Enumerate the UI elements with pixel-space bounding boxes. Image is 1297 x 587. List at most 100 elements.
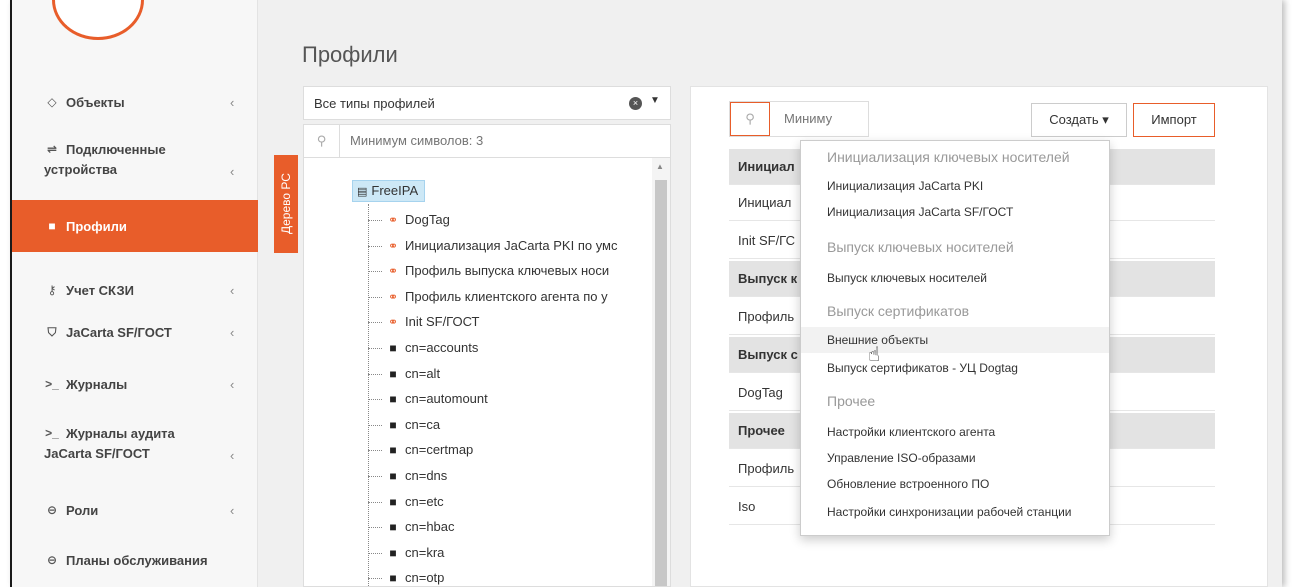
tree-node[interactable]: ⚭ Профиль выпуска ключевых носи <box>368 261 609 281</box>
sidebar-item-skzi[interactable]: ⚷ Учет СКЗИ ‹ <box>12 276 258 304</box>
tree-node[interactable]: ■ cn=dns <box>368 466 447 486</box>
tree-scrollbar[interactable]: ▲ <box>652 158 670 586</box>
shield-icon: ⛉ <box>47 324 57 339</box>
tree-node[interactable]: ■ cn=certmap <box>368 440 473 460</box>
tree-connector <box>368 220 382 222</box>
tree-node[interactable]: ■ cn=alt <box>368 364 440 384</box>
sidebar-item-label: Роли <box>66 502 99 518</box>
sidebar-item-profiles[interactable]: ■ Профили <box>12 200 258 252</box>
tree-node-label: cn=kra <box>405 544 445 560</box>
tree-node[interactable]: ⚭ Профиль клиентского агента по у <box>368 287 608 307</box>
create-dropdown-menu: Инициализация ключевых носителей Инициали… <box>800 140 1110 536</box>
dropdown-item[interactable]: Настройки синхронизации рабочей станции <box>801 499 1109 525</box>
tree-node-label: cn=dns <box>405 468 448 483</box>
sidebar-item-jacarta[interactable]: ⛉ JaCarta SF/ГОСТ ‹ <box>12 318 258 346</box>
key-icon: ⚷ <box>47 283 57 297</box>
tree-connector <box>368 578 382 580</box>
folder-icon: ■ <box>389 417 397 432</box>
sidebar-item-devices[interactable]: ⇌ Подключенные устройства ‹ <box>12 140 258 186</box>
folder-icon: ■ <box>389 571 397 586</box>
server-icon: ▤ <box>357 186 368 198</box>
profile-link-icon: ⚭ <box>387 289 399 304</box>
tree-node[interactable]: ■ cn=otp <box>368 568 444 586</box>
tree-root-label: FreeIPA <box>371 183 419 198</box>
tree-search-input[interactable] <box>350 125 650 157</box>
tree-connector <box>368 476 382 478</box>
hand-cursor-icon: ☝ <box>868 344 881 366</box>
sidebar-item-label: Учет СКЗИ <box>66 282 134 298</box>
folder-icon: ■ <box>389 520 397 535</box>
sidebar-item-logs[interactable]: >_ Журналы ‹ <box>12 370 258 398</box>
sidebar-item-label: Профили <box>66 218 127 234</box>
sidebar-item-label: JaCarta SF/ГОСТ <box>66 324 172 340</box>
folder-icon: ■ <box>389 366 397 381</box>
tree-node-label: cn=automount <box>405 391 488 407</box>
chevron-left-icon: ‹ <box>230 324 235 340</box>
tree-node[interactable]: ⚭ Init SF/ГОСТ <box>368 312 480 332</box>
sidebar-item-label: Объекты <box>66 94 125 110</box>
chevron-left-icon: ‹ <box>230 502 235 518</box>
tree-tab[interactable]: Дерево РС <box>274 155 298 253</box>
tree-connector <box>368 373 382 375</box>
tree-node-label: Профиль клиентского агента по у <box>405 288 608 304</box>
page-title: Профили <box>302 42 398 67</box>
tree-node[interactable]: ⚭ DogTag <box>368 210 450 230</box>
tree-node[interactable]: ■ cn=accounts <box>368 338 478 358</box>
dropdown-item[interactable]: Обновление встроенного ПО <box>801 471 1109 497</box>
sidebar-item-roles[interactable]: ⊖ Роли ‹ <box>12 496 258 524</box>
tree-node[interactable]: ■ cn=automount <box>368 389 488 409</box>
brand-logo <box>52 0 144 40</box>
create-button[interactable]: Создать ▾ <box>1031 103 1127 137</box>
sidebar-item-audit-logs[interactable]: >_ Журналы аудита JaCarta SF/ГОСТ ‹ <box>12 424 258 470</box>
user-circle-icon: ⊖ <box>46 503 58 517</box>
caret-down-icon[interactable]: ▼ <box>650 95 660 106</box>
chevron-left-icon: ‹ <box>230 448 235 463</box>
tree-node-label: Инициализация JaCarta PKI по умс <box>405 237 618 253</box>
folder-icon: ■ <box>389 545 397 560</box>
profile-type-value: Все типы профилей <box>314 96 435 111</box>
dropdown-item[interactable]: Управление ISO-образами <box>801 445 1109 471</box>
folder-icon: ■ <box>48 219 56 233</box>
terminal-icon: >_ <box>45 377 59 391</box>
sidebar-item-label: Подключенные <box>66 142 166 157</box>
tree-node[interactable]: ■ cn=ca <box>368 415 440 435</box>
tree-node-label: cn=etc <box>405 493 444 509</box>
profiles-search-input[interactable] <box>784 102 864 136</box>
tree-connector <box>368 501 382 503</box>
sidebar-item-maintenance[interactable]: ⊖ Планы обслуживания <box>12 546 258 574</box>
dropdown-item[interactable]: Выпуск ключевых носителей <box>801 265 1109 291</box>
tree-node[interactable]: ⚭ Инициализация JaCarta PKI по умс <box>368 236 618 256</box>
folder-icon: ■ <box>389 494 397 509</box>
dropdown-item[interactable]: Настройки клиентского агента <box>801 419 1109 445</box>
tree-connector <box>368 296 382 298</box>
dropdown-item[interactable]: Внешние объекты <box>801 327 1109 353</box>
tree-connector <box>368 527 382 529</box>
tree-node[interactable]: ■ cn=hbac <box>368 517 455 537</box>
app-window: ◇ Объекты ‹ ⇌ Подключенные устройства ‹ … <box>10 0 1282 587</box>
scrollbar-thumb[interactable] <box>655 180 667 586</box>
tree-node[interactable]: ■ cn=etc <box>368 492 444 512</box>
tree-node-label: Профиль выпуска ключевых носи <box>405 263 610 279</box>
profile-type-select[interactable]: Все типы профилей × ▼ <box>303 86 671 120</box>
tree-node-label: Init SF/ГОСТ <box>405 314 480 330</box>
tree-node[interactable]: ■ cn=kra <box>368 543 444 563</box>
dropdown-item[interactable]: Инициализация JaCarta PKI <box>801 173 1109 199</box>
scroll-up-icon[interactable]: ▲ <box>656 162 664 171</box>
clear-icon[interactable]: × <box>629 97 642 110</box>
tree-node-label: cn=accounts <box>405 340 479 355</box>
sidebar-item-objects[interactable]: ◇ Объекты ‹ <box>12 88 258 116</box>
search-icon[interactable]: ⚲ <box>730 102 770 136</box>
import-button[interactable]: Импорт <box>1133 103 1215 137</box>
tree-connector <box>368 399 382 401</box>
sidebar-item-label: Журналы <box>66 376 128 392</box>
dropdown-item[interactable]: Выпуск сертификатов - УЦ Dogtag <box>801 355 1109 381</box>
dropdown-item[interactable]: Инициализация JaCarta SF/ГОСТ <box>801 199 1109 225</box>
search-icon[interactable]: ⚲ <box>304 125 340 157</box>
tree-node-label: DogTag <box>405 212 450 227</box>
profile-link-icon: ⚭ <box>387 213 399 227</box>
dropdown-header: Выпуск ключевых носителей <box>827 239 1014 255</box>
tree-node-label: cn=ca <box>405 416 441 432</box>
tree-root-node[interactable]: ▤ FreeIPA <box>352 180 426 202</box>
chevron-left-icon: ‹ <box>230 164 235 179</box>
tree-node-label: cn=hbac <box>405 519 455 535</box>
